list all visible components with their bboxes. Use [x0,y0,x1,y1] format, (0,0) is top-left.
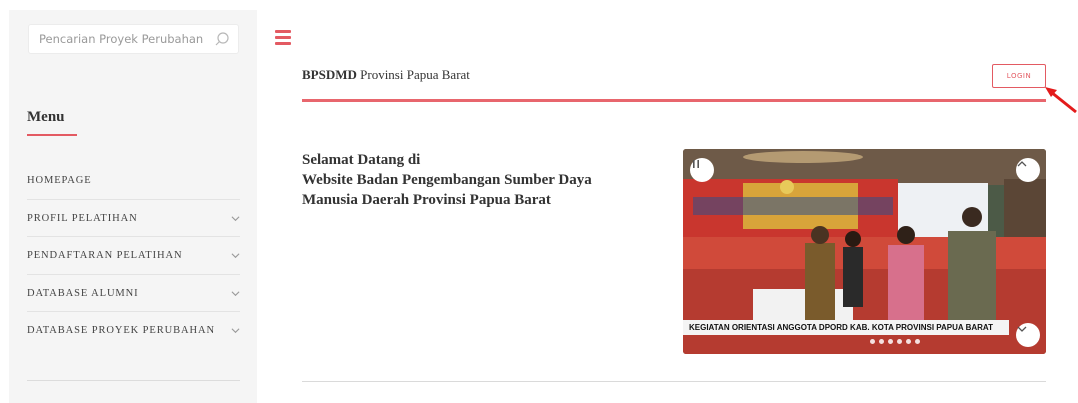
header-divider [302,99,1046,102]
sidebar-item-homepage[interactable]: HOMEPAGE [27,162,240,200]
sidebar-item-pendaftaran-pelatihan[interactable]: PENDAFTARAN PELATIHAN [27,237,240,275]
sidebar-item-label: PROFIL PELATIHAN [27,212,138,224]
chevron-up-icon [1017,161,1027,167]
login-button[interactable]: LOGIN [992,64,1046,88]
sidebar-item-profil-pelatihan[interactable]: PROFIL PELATIHAN [27,200,240,237]
slide-next-button[interactable] [1016,323,1040,347]
content-divider [302,381,1046,382]
search-placeholder: Pencarian Proyek Perubahan [39,32,204,46]
site-brand: BPSDMD Provinsi Papua Barat [302,67,470,83]
brand-bold: BPSDMD [302,67,357,82]
search-input[interactable]: Pencarian Proyek Perubahan [28,24,239,54]
arrow-icon [1045,87,1077,114]
slide-dot[interactable] [897,339,902,344]
search-icon[interactable] [214,31,230,47]
chevron-down-icon [231,328,240,334]
slide-dot[interactable] [915,339,920,344]
brand-rest: Provinsi Papua Barat [356,67,470,82]
slide-indicators [870,339,920,344]
slide-prev-button[interactable] [1016,158,1040,182]
sidebar-menu: HOMEPAGE PROFIL PELATIHAN PENDAFTARAN PE… [27,162,240,350]
welcome-line-2: Website Badan Pengembangan Sumber Daya [302,172,592,188]
sidebar-item-label: DATABASE PROYEK PERUBAHAN [27,325,215,336]
welcome-line-3: Manusia Daerah Provinsi Papua Barat [302,192,551,208]
sidebar: Pencarian Proyek Perubahan Menu HOMEPAGE… [9,10,257,403]
sidebar-divider [27,380,240,381]
chevron-down-icon [231,215,240,221]
hamburger-icon[interactable] [275,30,291,45]
slide-dot[interactable] [906,339,911,344]
pause-button[interactable] [690,158,714,182]
sidebar-item-database-alumni[interactable]: DATABASE ALUMNI [27,275,240,312]
chevron-down-icon [1017,326,1027,332]
sidebar-item-label: DATABASE ALUMNI [27,287,139,299]
sidebar-item-label: PENDAFTARAN PELATIHAN [27,250,183,261]
menu-title: Menu [27,109,65,125]
welcome-line-1: Selamat Datang di [302,152,421,168]
pause-icon [693,160,699,168]
slide-dot[interactable] [888,339,893,344]
slide-caption: KEGIATAN ORIENTASI ANGGOTA DPORD KAB. KO… [683,320,1009,335]
chevron-down-icon [231,253,240,259]
sidebar-item-database-proyek-perubahan[interactable]: DATABASE PROYEK PERUBAHAN [27,312,240,350]
sidebar-item-label: HOMEPAGE [27,175,92,186]
slide-dot[interactable] [879,339,884,344]
image-slider[interactable]: KEGIATAN ORIENTASI ANGGOTA DPORD KAB. KO… [683,149,1046,354]
chevron-down-icon [231,290,240,296]
menu-title-underline [27,134,77,136]
slide-dot[interactable] [870,339,875,344]
welcome-heading: Selamat Datang di Website Badan Pengemba… [302,150,592,210]
